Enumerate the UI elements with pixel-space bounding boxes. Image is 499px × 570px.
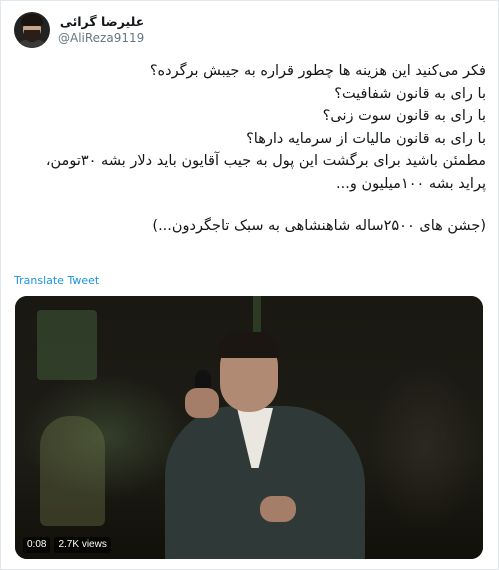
author-handle[interactable]: @AliReza9119 <box>58 30 144 46</box>
tweet-text-closing: (جشن های ۲۵۰۰ساله شاهنشاهی به سبک تاجگرد… <box>152 218 486 234</box>
video-timestamp: 0:08 <box>23 537 51 553</box>
tweet-text-line: مطمئن باشید برای برگشت این پول به جیب آق… <box>45 153 486 169</box>
tweet-text-line: با رای به قانون مالیات از سرمایه دارها؟ <box>246 130 486 147</box>
video-player[interactable]: 0:08 2.7K views <box>15 296 483 559</box>
tweet-text-line: با رای به قانون شفافیت؟ <box>334 85 486 102</box>
tweet-text-line: با رای به قانون سوت زنی؟ <box>322 108 486 124</box>
author-info: علیرضا گرائی @AliReza9119 <box>58 14 144 46</box>
tweet-text: فکر می‌کنید این هزینه ها چطور قراره به ج… <box>16 60 486 238</box>
tweet-header: علیرضا گرائی @AliReza9119 <box>14 10 144 50</box>
tweet-text-line: پراید بشه ۱۰۰میلیون و... <box>336 175 486 192</box>
author-display-name[interactable]: علیرضا گرائی <box>60 14 144 30</box>
video-views: 2.7K views <box>54 537 111 553</box>
avatar[interactable] <box>14 12 50 48</box>
translate-tweet-link[interactable]: Translate Tweet <box>14 274 99 287</box>
video-badges: 0:08 2.7K views <box>23 537 111 553</box>
tweet-text-line: فکر می‌کنید این هزینه ها چطور قراره به ج… <box>149 63 486 79</box>
